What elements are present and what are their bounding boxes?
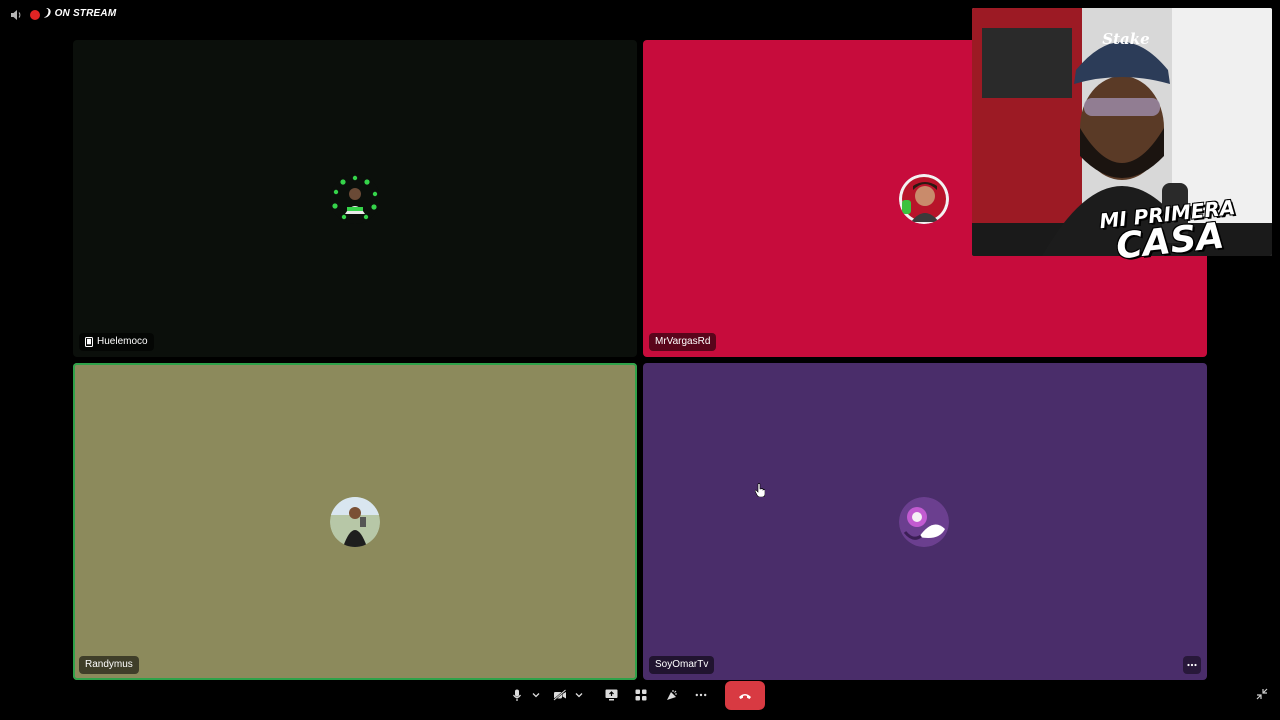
participant-tile-randymus[interactable]: Randymus	[73, 363, 637, 680]
more-options-button[interactable]	[694, 688, 708, 702]
stream-status-label: ❩ ON STREAM	[43, 8, 116, 19]
speaker-icon[interactable]	[10, 9, 22, 21]
participant-tile-huelemoco[interactable]: Huelemoco	[73, 40, 637, 357]
hang-up-icon	[739, 693, 751, 699]
participant-name: Huelemoco	[97, 336, 148, 347]
avatar-soyomartv	[899, 497, 949, 547]
live-indicator-dot	[30, 10, 40, 20]
chevron-down-icon	[575, 693, 583, 698]
camera-button[interactable]	[553, 688, 567, 702]
stream-status-prefix: ❩	[43, 8, 55, 19]
soundboard-button[interactable]	[664, 688, 678, 702]
screen-share-icon	[605, 689, 617, 701]
tile-more-options-button[interactable]	[1183, 656, 1201, 674]
participant-name-tag: MrVargasRd	[649, 333, 717, 351]
stream-status-text: ON STREAM	[54, 8, 117, 19]
minimize-icon[interactable]	[1256, 688, 1268, 700]
activities-button[interactable]	[634, 688, 648, 702]
more-icon	[1187, 663, 1197, 667]
screen-share-button[interactable]	[604, 688, 618, 702]
camera-off-icon	[553, 689, 567, 701]
soundboard-icon	[666, 689, 677, 700]
top-bar: ❩ ON STREAM	[0, 0, 600, 30]
participant-name-tag: Randymus	[79, 656, 139, 674]
camera-options-button[interactable]	[575, 688, 583, 702]
mobile-icon	[85, 337, 93, 347]
hand-cursor-icon	[755, 483, 765, 497]
participant-name-tag: Huelemoco	[79, 333, 154, 351]
avatar-mrvargasrd	[899, 174, 949, 224]
participant-name: SoyOmarTv	[655, 659, 709, 670]
avatar-randymus	[330, 497, 380, 547]
participant-name-tag: SoyOmarTv	[649, 656, 715, 674]
disconnect-button[interactable]	[725, 681, 765, 710]
chevron-down-icon	[532, 693, 540, 698]
microphone-icon	[513, 689, 521, 701]
cap-logo-text: Stake	[1102, 30, 1149, 48]
activities-icon	[635, 689, 647, 701]
participant-name: MrVargasRd	[655, 336, 711, 347]
call-controls-bar	[503, 680, 773, 710]
avatar-huelemoco	[330, 174, 380, 224]
participant-name: Randymus	[85, 659, 133, 670]
microphone-options-button[interactable]	[532, 688, 540, 702]
microphone-button[interactable]	[510, 688, 524, 702]
more-icon	[695, 693, 707, 697]
participant-tile-soyomartv[interactable]: SoyOmarTv	[643, 363, 1207, 680]
